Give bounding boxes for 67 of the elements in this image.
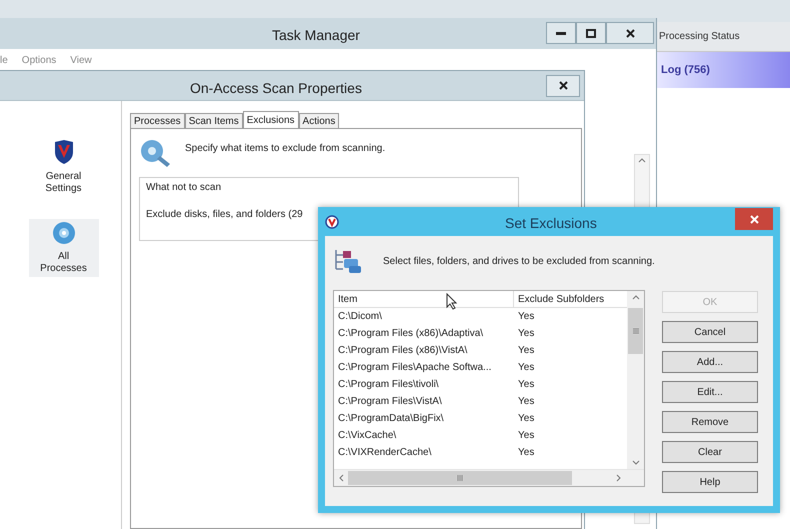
table-cell-text: Yes <box>517 378 534 392</box>
scroll-down-icon <box>632 460 640 466</box>
scroll-left-icon <box>338 474 344 482</box>
group-title: What not to scan <box>146 181 222 195</box>
minimize-icon <box>556 31 566 35</box>
table-cell-text: Yes <box>517 446 534 460</box>
description-text: Specify what items to exclude from scanning. <box>185 142 386 156</box>
column-header: Processing Status <box>655 22 790 52</box>
table-cell-text: C:\Program Files (x86)\VistA\ <box>337 344 468 358</box>
window-title: Task Manager <box>272 26 360 45</box>
table-cell-text: Yes <box>517 361 534 375</box>
dialog-button[interactable]: Edit... <box>662 381 758 403</box>
tab[interactable]: Exclusions <box>242 111 299 128</box>
vertical-scrollbar[interactable] <box>627 291 644 469</box>
close-button[interactable] <box>546 74 580 96</box>
menu-item[interactable]: View <box>70 52 92 68</box>
tab[interactable]: Actions <box>298 113 340 128</box>
menu-item[interactable]: le <box>0 52 8 68</box>
exclusion-summary: Exclude disks, files, and folders (29 <box>146 208 303 222</box>
app-shield-icon <box>325 214 339 228</box>
close-icon <box>626 28 634 38</box>
scroll-up-icon <box>638 157 646 163</box>
table-cell-text: C:\VIXRenderCache\ <box>337 446 432 460</box>
tab[interactable]: Scan Items <box>184 113 243 128</box>
dialog-description: Select files, folders, and drives to be excluded from scanning. <box>383 254 655 268</box>
grip-icon <box>457 475 463 481</box>
table-cell-text: C:\VixCache\ <box>337 429 398 443</box>
table-cell-text: C:\Program Files\VistA\ <box>337 395 443 409</box>
menu-item[interactable]: Options <box>22 52 56 68</box>
table-cell-text: C:\Program Files (x86)\Adaptiva\ <box>337 327 484 341</box>
table-cell-text: C:\Program Files\Apache Softwa... <box>337 361 492 375</box>
shield-icon <box>52 139 74 165</box>
dialog-button[interactable]: Add... <box>662 351 758 373</box>
close-icon <box>750 214 758 224</box>
disc-icon <box>52 221 76 245</box>
table-cell-text: Yes <box>517 344 534 358</box>
dialog-button[interactable]: Remove <box>662 411 758 433</box>
maximize-button[interactable] <box>576 22 606 44</box>
log-tab[interactable]: Log (756) <box>655 52 790 88</box>
scroll-up-icon <box>632 294 640 300</box>
dialog-button[interactable]: Clear <box>662 441 758 463</box>
window-title: On-Access Scan Properties <box>190 79 362 98</box>
maximize-icon <box>586 28 596 38</box>
grip-icon <box>632 328 638 334</box>
scroll-right-icon <box>616 474 622 482</box>
mouse-cursor-icon <box>446 293 458 310</box>
folder-tree-icon <box>333 247 363 275</box>
table-cell-text: Yes <box>517 310 534 324</box>
close-button[interactable] <box>606 22 654 44</box>
table-cell-text: Yes <box>517 327 534 341</box>
table-cell-text: C:\Dicom\ <box>337 310 383 324</box>
table-cell-text: Yes <box>517 429 534 443</box>
close-icon <box>558 81 568 90</box>
dialog-title: Set Exclusions <box>505 214 597 233</box>
minimize-button[interactable] <box>546 22 576 44</box>
column-header[interactable]: Exclude Subfolders <box>514 291 627 307</box>
sidebar-item[interactable]: All Processes <box>28 219 98 277</box>
table-cell-text: Yes <box>517 395 534 409</box>
table-cell-text: C:\Program Files\tivoli\ <box>337 378 440 392</box>
dialog-button[interactable]: Cancel <box>662 321 758 343</box>
scroll-thumb[interactable] <box>348 471 572 485</box>
dialog-button[interactable]: Help <box>662 471 758 493</box>
horizontal-scrollbar[interactable] <box>334 469 644 486</box>
table-cell-text: Yes <box>517 412 534 426</box>
table-cell-text: C:\ProgramData\BigFix\ <box>337 412 445 426</box>
scroll-thumb[interactable] <box>628 308 643 354</box>
tab[interactable]: Processes <box>130 113 185 128</box>
